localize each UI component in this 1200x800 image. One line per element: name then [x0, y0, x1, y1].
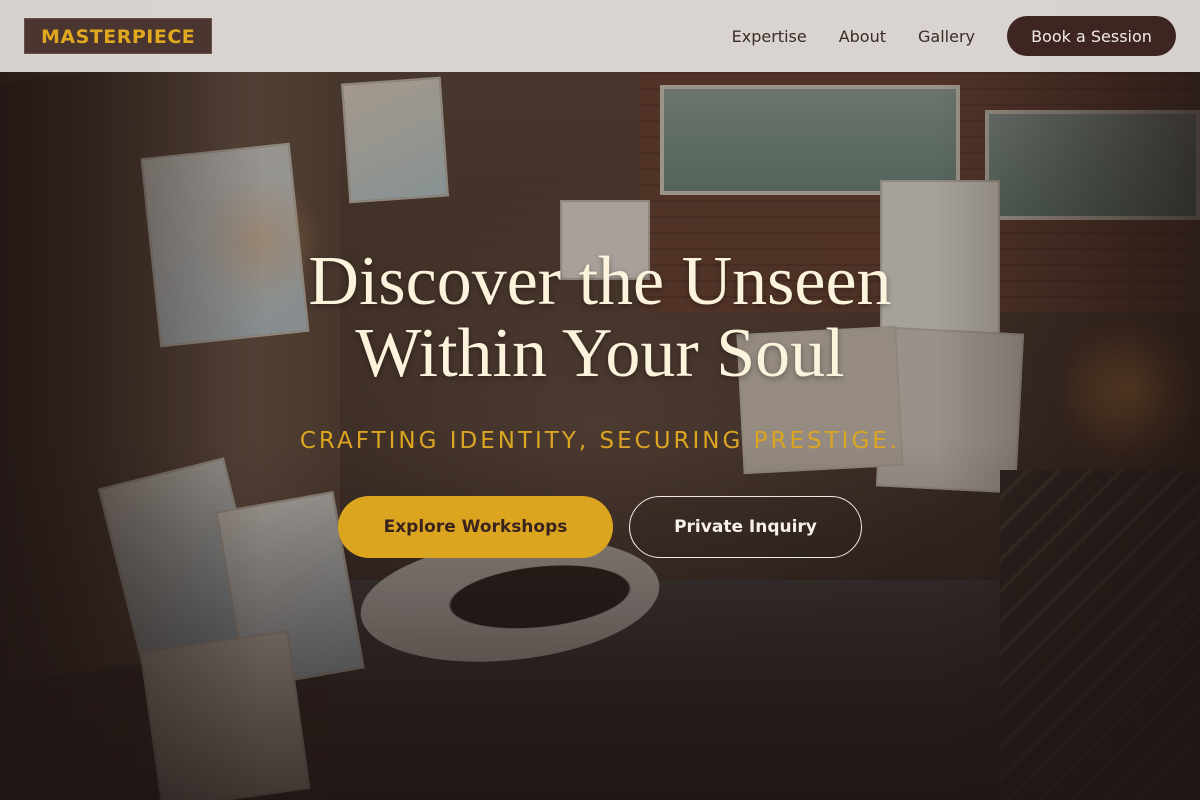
- book-session-button[interactable]: Book a Session: [1007, 16, 1176, 56]
- hero-cta-group: Explore Workshops Private Inquiry: [0, 496, 1200, 558]
- site-header: MASTERPIECE Expertise About Gallery Book…: [0, 0, 1200, 72]
- nav-link-expertise[interactable]: Expertise: [732, 27, 807, 46]
- private-inquiry-button[interactable]: Private Inquiry: [629, 496, 862, 558]
- hero-section: Discover the Unseen Within Your Soul CRA…: [0, 246, 1200, 558]
- hero-title-line: Within Your Soul: [355, 315, 845, 392]
- explore-workshops-button[interactable]: Explore Workshops: [338, 496, 613, 558]
- hero-title: Discover the Unseen Within Your Soul: [0, 246, 1200, 390]
- hero-title-line: Discover the Unseen: [308, 243, 892, 320]
- nav-link-about[interactable]: About: [839, 27, 886, 46]
- site-logo[interactable]: MASTERPIECE: [24, 18, 213, 54]
- nav-link-gallery[interactable]: Gallery: [918, 27, 975, 46]
- hero-subtitle: CRAFTING IDENTITY, SECURING PRESTIGE.: [299, 428, 901, 454]
- main-nav: Expertise About Gallery Book a Session: [732, 16, 1176, 56]
